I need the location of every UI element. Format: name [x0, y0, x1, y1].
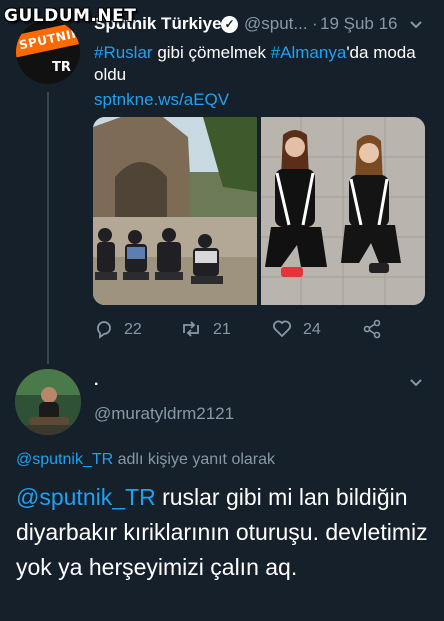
tweet-link[interactable]: sptnkne.ws/aEQV [94, 90, 229, 110]
reply-tweet-text: @sputnik_TR ruslar gibi mi lan bildiğin … [16, 480, 436, 585]
watermark: GULDUM.NET [4, 6, 137, 26]
verified-badge-icon: ✓ [221, 16, 238, 33]
separator-dot: · [312, 14, 318, 33]
tweet-photo-men[interactable] [93, 117, 257, 305]
replying-to-line: @sputnik_TR adlı kişiye yanıt olarak [16, 451, 275, 469]
tweet-text: #Ruslar gibi çömelmek #Almanya'da moda o… [94, 42, 424, 86]
like-icon[interactable] [272, 319, 292, 339]
tweet-photo-women[interactable] [261, 117, 425, 305]
like-count: 24 [303, 321, 321, 338]
tweet-actions: 22 21 24 [94, 319, 424, 339]
replying-to-handle[interactable]: @sputnik_TR [16, 451, 113, 468]
reply-icon[interactable] [94, 319, 114, 339]
share-icon[interactable] [362, 319, 382, 339]
hashtag-almanya[interactable]: #Almanya [271, 43, 347, 62]
chevron-down-icon[interactable] [409, 378, 423, 388]
reply-author-handle[interactable]: @muratyldrm2121 [94, 404, 234, 424]
hashtag-ruslar[interactable]: #Ruslar [94, 43, 153, 62]
thread-line [47, 92, 49, 364]
reply-author-name[interactable]: . [94, 372, 98, 390]
tweet-date[interactable]: 19 Şub 16 [320, 14, 398, 34]
replying-to-suffix: adlı kişiye yanıt olarak [113, 451, 276, 468]
tweet-text-mid: gibi çömelmek [152, 43, 271, 62]
reply-author-avatar[interactable] [15, 369, 81, 435]
mention-sputnik[interactable]: @sputnik_TR [16, 484, 156, 510]
retweet-count: 21 [213, 321, 231, 338]
author-handle[interactable]: @sput... [244, 14, 308, 34]
retweet-icon[interactable] [180, 319, 202, 339]
reply-count: 22 [124, 321, 142, 338]
author-avatar[interactable]: SPUTNIK TR [16, 20, 80, 84]
chevron-down-icon[interactable] [409, 20, 423, 30]
avatar-logo-tr: TR [52, 60, 71, 75]
